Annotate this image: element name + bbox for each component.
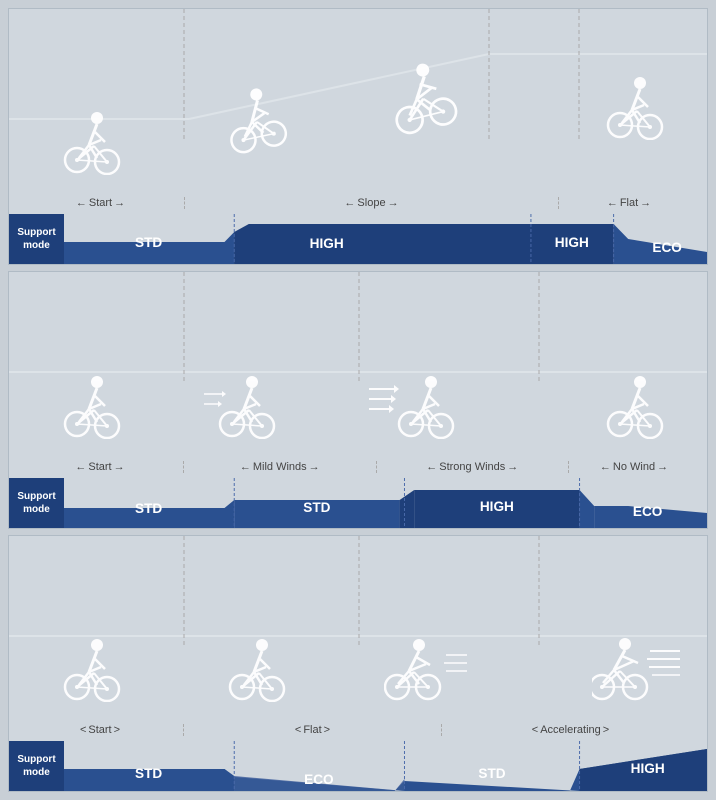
label-flat-1: Flat [620, 197, 638, 209]
support-bar-1: Support mode STD HIGH [9, 214, 707, 264]
svg-text:STD: STD [135, 499, 162, 515]
support-label-2: Support mode [9, 478, 64, 528]
support-label-3: Support mode [9, 741, 64, 791]
support-bar-svg-2: STD STD HIGH ECO [64, 478, 707, 528]
svg-text:STD: STD [303, 498, 330, 514]
label-flat-3: Flat [303, 724, 321, 736]
scenario2-labels: ← Start → ← Mild Winds → ← Strong Winds … [9, 456, 707, 478]
support-bar-svg-1: STD HIGH HIGH ECO [64, 214, 707, 264]
support-bar-3: Support mode [9, 741, 707, 791]
svg-text:STD: STD [135, 765, 162, 781]
svg-text:HIGH: HIGH [480, 497, 514, 513]
bike-wind-4 [602, 374, 667, 444]
svg-text:HIGH: HIGH [631, 760, 665, 776]
arrow-left-1: ← [76, 197, 87, 209]
arrow-right-3: → [640, 197, 651, 209]
bike-4 [602, 75, 667, 145]
svg-text:STD: STD [478, 765, 505, 781]
svg-text:ECO: ECO [652, 239, 682, 255]
svg-text:ECO: ECO [304, 771, 334, 787]
label-start-1: Start [89, 197, 112, 209]
bike-3 [381, 55, 467, 145]
label-start-3: Start [88, 724, 111, 736]
label-start-2: Start [88, 461, 111, 473]
bike-wind-3 [369, 374, 459, 444]
svg-text:HIGH: HIGH [310, 235, 344, 251]
bike-acc-4 [592, 637, 682, 707]
svg-text:ECO: ECO [633, 502, 663, 518]
bike-acc-1 [59, 637, 124, 707]
bike-1 [59, 110, 124, 180]
main-container: ← Start → ← Slope → ← Flat → Support mod… [0, 0, 716, 800]
bike-acc-2 [224, 637, 289, 707]
svg-text:STD: STD [135, 234, 162, 250]
support-label-1: Support mode [9, 214, 64, 264]
scenario-slope: ← Start → ← Slope → ← Flat → Support mod… [8, 8, 708, 265]
arrow-right-1: → [114, 197, 125, 209]
scenario3-labels: < Start > < Flat > < Accelerating > [9, 719, 707, 741]
label-accelerating: Accelerating [540, 724, 601, 736]
bike-wind-1 [59, 374, 124, 444]
scenario-wind: ← Start → ← Mild Winds → ← Strong Winds … [8, 271, 708, 528]
label-no-wind: No Wind [613, 461, 655, 473]
svg-text:HIGH: HIGH [555, 234, 589, 250]
label-strong-winds: Strong Winds [439, 461, 505, 473]
support-bar-svg-3: STD ECO STD HIGH [64, 741, 707, 791]
label-mild-winds: Mild Winds [253, 461, 307, 473]
scenario-accelerating: < Start > < Flat > < Accelerating > Supp… [8, 535, 708, 792]
arrow-left-3: ← [607, 197, 618, 209]
bike-acc-3 [384, 637, 469, 707]
bike-wind-2 [204, 374, 279, 444]
support-bar-2: Support mode STD [9, 478, 707, 528]
scenario1-labels: ← Start → ← Slope → ← Flat → [9, 192, 707, 214]
arrow-right-2: → [388, 197, 399, 209]
label-slope: Slope [357, 197, 385, 209]
bike-2 [217, 81, 295, 163]
arrow-left-2: ← [344, 197, 355, 209]
